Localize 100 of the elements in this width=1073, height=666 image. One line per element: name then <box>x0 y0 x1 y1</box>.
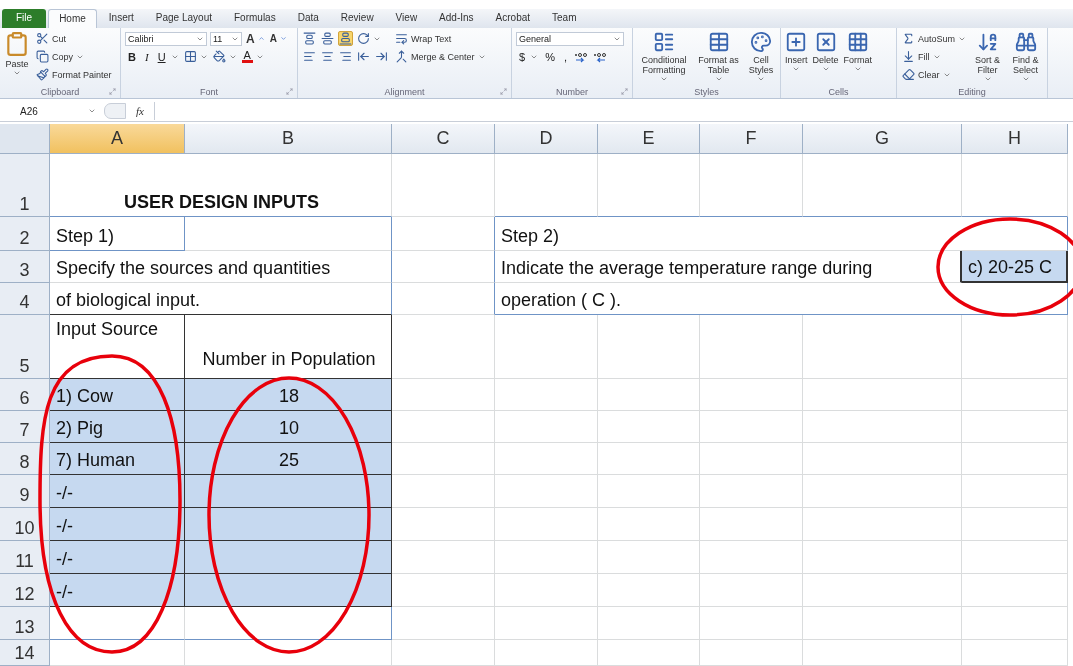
dialog-launcher-icon[interactable] <box>621 88 628 95</box>
sheet-cell[interactable]: 7) Human <box>50 443 185 475</box>
column-header[interactable]: D <box>495 124 598 154</box>
dialog-launcher-icon[interactable] <box>286 88 293 95</box>
painter-button[interactable]: Format Painter <box>35 67 113 82</box>
ribbon-tab[interactable]: Acrobat <box>485 9 541 28</box>
table-button[interactable]: Format as Table <box>696 31 742 83</box>
sheet-cell[interactable]: -/- <box>50 508 185 541</box>
sheet-cell[interactable]: -/- <box>50 574 185 607</box>
currency-button[interactable]: $ <box>516 49 540 64</box>
sheet-cell[interactable]: 18 <box>185 379 392 411</box>
column-header[interactable]: H <box>962 124 1068 154</box>
dialog-launcher-icon[interactable] <box>109 88 116 95</box>
column-header[interactable]: C <box>392 124 495 154</box>
sheet-cell[interactable] <box>185 508 392 541</box>
copy-button[interactable]: Copy <box>35 49 85 64</box>
row-header[interactable]: 14 <box>0 640 50 666</box>
ribbon-tab[interactable]: Team <box>542 9 587 28</box>
sheet-cell[interactable] <box>185 217 392 251</box>
align-right-button[interactable] <box>338 49 353 64</box>
row-header[interactable]: 4 <box>0 283 50 315</box>
insert-button[interactable]: Insert <box>785 31 808 73</box>
sheet-cell[interactable] <box>185 541 392 574</box>
ribbon-tab[interactable]: Review <box>330 9 384 28</box>
sheet-cell[interactable] <box>392 251 495 283</box>
align-left-button[interactable] <box>302 49 317 64</box>
name-box[interactable]: A26 <box>0 103 100 119</box>
row-header[interactable]: 6 <box>0 379 50 411</box>
sheet-cell[interactable]: Specify the sources and quantities <box>50 251 392 283</box>
sheet-cell[interactable] <box>185 574 392 607</box>
sheet-cell[interactable]: 1) Cow <box>50 379 185 411</box>
paste-button[interactable]: Paste <box>4 31 30 77</box>
sheet-cell[interactable]: Step 2) <box>495 217 1068 251</box>
cell-styles-button[interactable]: Cell Styles <box>746 31 776 83</box>
percent-button[interactable]: % <box>542 49 558 64</box>
sheet-cell[interactable]: 10 <box>185 411 392 443</box>
sheet-cell[interactable]: Number in Population <box>185 315 392 379</box>
sheet-cell[interactable]: 25 <box>185 443 392 475</box>
sort-button[interactable]: Sort & Filter <box>972 31 1004 83</box>
select-all-corner[interactable] <box>0 124 50 154</box>
column-header[interactable]: F <box>700 124 803 154</box>
fill-button[interactable]: Fill <box>901 49 942 64</box>
align-bottom-button[interactable] <box>338 31 353 46</box>
row-header[interactable]: 5 <box>0 315 50 379</box>
orientation-button[interactable] <box>356 31 382 46</box>
insert-function-button[interactable]: fx <box>130 105 150 117</box>
merge-button[interactable]: Merge & Center <box>394 49 487 64</box>
row-header[interactable]: 7 <box>0 411 50 443</box>
ribbon-tab[interactable]: Page Layout <box>145 9 222 28</box>
align-top-button[interactable] <box>302 31 317 46</box>
sheet-cell[interactable]: -/- <box>50 475 185 508</box>
cut-button[interactable]: Cut <box>35 31 67 46</box>
bold-button[interactable]: B <box>125 49 139 64</box>
wrap-button[interactable]: Wrap Text <box>394 31 453 46</box>
ribbon-tab[interactable]: Add-Ins <box>429 9 484 28</box>
sheet-cell[interactable] <box>185 475 392 508</box>
row-header[interactable]: 1 <box>0 154 50 217</box>
clear-button[interactable]: Clear <box>901 67 952 82</box>
row-header[interactable]: 3 <box>0 251 50 283</box>
ribbon-tab[interactable]: Home <box>48 9 97 28</box>
sheet-cell[interactable]: Indicate the average temperature range during <box>495 251 962 283</box>
resize-handle[interactable] <box>104 103 126 119</box>
sheet-cell[interactable]: c) 20-25 C <box>962 251 1068 283</box>
shrink-font-button[interactable]: A <box>268 32 288 45</box>
outdent-button[interactable] <box>356 49 371 64</box>
comma-button[interactable]: , <box>560 49 570 64</box>
sheet-cell[interactable]: USER DESIGN INPUTS <box>50 154 392 217</box>
file-tab[interactable]: File <box>2 9 47 28</box>
row-header[interactable]: 10 <box>0 508 50 541</box>
row-header[interactable]: 13 <box>0 607 50 640</box>
delete-button[interactable]: Delete <box>812 31 839 73</box>
font-size-field[interactable]: 11 <box>210 31 242 46</box>
sheet-cell[interactable]: Step 1) <box>50 217 185 251</box>
column-header[interactable]: B <box>185 124 392 154</box>
conditional-button[interactable]: Conditional Formatting <box>637 31 691 83</box>
column-header[interactable]: A <box>50 124 185 154</box>
indent-button[interactable] <box>374 49 389 64</box>
sheet-cell[interactable]: operation ( C ). <box>495 283 1068 315</box>
sheet-cell[interactable]: of biological input. <box>50 283 392 315</box>
sheet-cell[interactable]: Input Source <box>50 315 185 379</box>
autosum-button[interactable]: AutoSum <box>901 31 968 46</box>
dialog-launcher-icon[interactable] <box>500 88 507 95</box>
row-header[interactable]: 11 <box>0 541 50 574</box>
borders-button[interactable] <box>182 49 209 64</box>
number-format-field[interactable]: General <box>516 31 624 46</box>
sheet-cell[interactable] <box>392 217 495 251</box>
italic-button[interactable]: I <box>141 49 152 64</box>
grow-font-button[interactable]: A <box>245 30 266 47</box>
ribbon-tab[interactable]: View <box>385 9 428 28</box>
column-header[interactable]: G <box>803 124 962 154</box>
find-button[interactable]: Find & Select <box>1008 31 1043 83</box>
row-header[interactable]: 8 <box>0 443 50 475</box>
sheet-cell[interactable]: -/- <box>50 541 185 574</box>
align-center-button[interactable] <box>320 49 335 64</box>
row-header[interactable]: 9 <box>0 475 50 508</box>
sheet-cell[interactable] <box>185 607 392 640</box>
ribbon-tab[interactable]: Formulas <box>224 9 286 28</box>
underline-button[interactable]: U <box>154 49 180 64</box>
align-middle-button[interactable] <box>320 31 335 46</box>
format-button[interactable]: Format <box>843 31 873 73</box>
